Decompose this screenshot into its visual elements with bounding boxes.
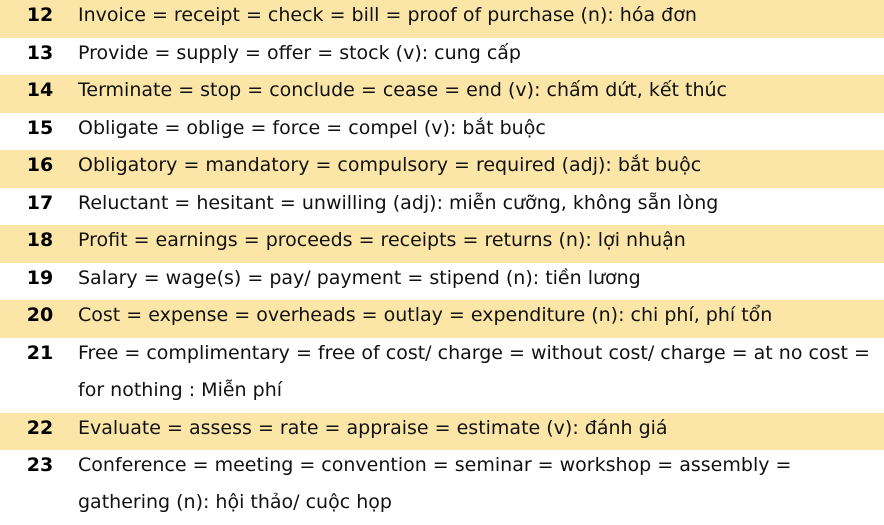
table-row: 21 Free = complimentary = free of cost/ … [0, 337, 884, 413]
table-row: 23 Conference = meeting = convention = s… [0, 450, 884, 525]
row-text: Terminate = stop = conclude = cease = en… [78, 79, 727, 101]
row-number: 14 [26, 79, 54, 101]
row-number: 17 [26, 191, 54, 214]
row-number: 19 [26, 266, 54, 289]
row-number: 21 [26, 341, 54, 364]
row-text: Cost = expense = overheads = outlay = ex… [78, 304, 773, 326]
row-number: 23 [26, 454, 54, 476]
row-text: Salary = wage(s) = pay/ payment = stipen… [78, 266, 641, 289]
table-row: 22 Evaluate = assess = rate = appraise =… [0, 412, 884, 450]
table-row: 20 Cost = expense = overheads = outlay =… [0, 300, 884, 338]
table-row: 15 Obligate = oblige = force = compel (v… [0, 112, 884, 150]
table-row: 18 Profit = earnings = proceeds = receip… [0, 225, 884, 263]
row-number: 12 [26, 4, 54, 26]
vocabulary-table: 12 Invoice = receipt = check = bill = pr… [0, 0, 884, 525]
row-number: 22 [26, 416, 54, 439]
row-number: 18 [26, 229, 54, 251]
table-row: 13 Provide = supply = offer = stock (v):… [0, 37, 884, 75]
row-text: Reluctant = hesitant = unwilling (adj): … [78, 191, 719, 214]
table-row: 17 Reluctant = hesitant = unwilling (adj… [0, 187, 884, 225]
table-row: 12 Invoice = receipt = check = bill = pr… [0, 0, 884, 38]
row-text: Free = complimentary = free of cost/ cha… [78, 341, 870, 401]
row-number: 20 [26, 304, 54, 326]
row-text: Conference = meeting = convention = semi… [78, 454, 792, 513]
table-row: 14 Terminate = stop = conclude = cease =… [0, 75, 884, 113]
row-number: 15 [26, 116, 54, 139]
row-text: Provide = supply = offer = stock (v): cu… [78, 41, 521, 64]
table-row: 16 Obligatory = mandatory = compulsory =… [0, 150, 884, 188]
row-text: Profit = earnings = proceeds = receipts … [78, 229, 686, 251]
row-number: 16 [26, 154, 54, 176]
row-text: Obligate = oblige = force = compel (v): … [78, 116, 546, 139]
row-text: Obligatory = mandatory = compulsory = re… [78, 154, 702, 176]
row-text: Evaluate = assess = rate = appraise = es… [78, 416, 668, 439]
row-number: 13 [26, 41, 54, 64]
row-text: Invoice = receipt = check = bill = proof… [78, 4, 697, 26]
table-row: 19 Salary = wage(s) = pay/ payment = sti… [0, 262, 884, 300]
